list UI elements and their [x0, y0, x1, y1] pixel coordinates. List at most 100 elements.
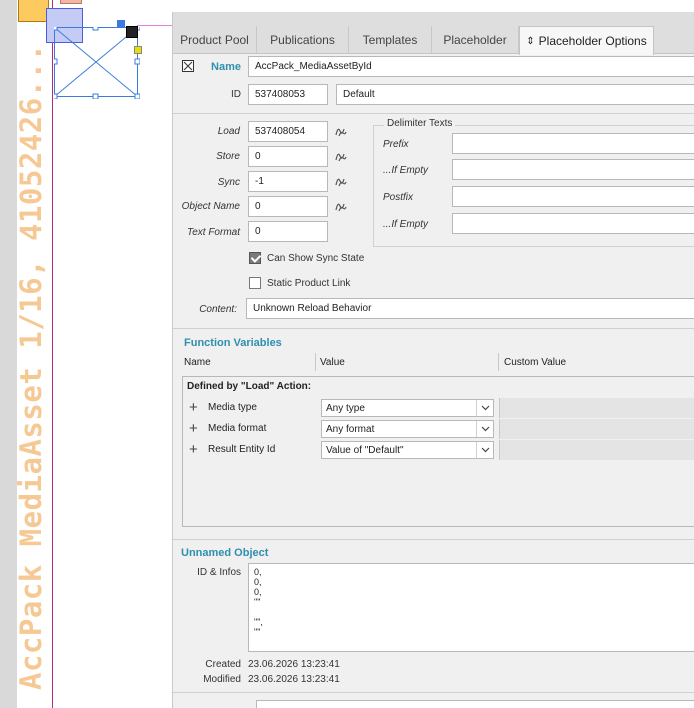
modified-value: 23.06.2026 13:23:41 — [248, 674, 340, 685]
postfix-field[interactable] — [452, 186, 694, 207]
yellow-text-frame[interactable] — [18, 0, 49, 22]
static-product-link-checkbox[interactable] — [249, 277, 261, 289]
select-value: Any type — [326, 402, 365, 414]
content-field[interactable]: Unknown Reload Behavior — [246, 298, 694, 319]
id-infos-line: "" — [254, 597, 261, 607]
chevron-down-icon[interactable] — [476, 442, 493, 458]
load-field[interactable]: 537408054 — [248, 121, 328, 142]
tab-label: Placeholder — [443, 33, 507, 47]
if-empty-label-1: ...If Empty — [383, 165, 429, 176]
plus-icon[interactable]: + — [189, 421, 198, 436]
tab-label: Placeholder Options — [538, 34, 647, 48]
chevron-down-icon[interactable] — [476, 400, 493, 416]
tab-placeholder[interactable]: Placeholder — [432, 26, 519, 54]
tab-templates[interactable]: Templates — [349, 26, 432, 54]
can-show-sync-state-label: Can Show Sync State — [267, 253, 365, 264]
prefix-label: Prefix — [383, 139, 409, 150]
if-empty-field-1[interactable] — [452, 159, 694, 180]
sync-label: Sync — [217, 177, 240, 188]
media-format-select[interactable]: Any format — [321, 420, 494, 438]
created-label: Created — [205, 659, 241, 670]
tab-product-pool[interactable]: Product Pool — [173, 26, 257, 54]
id-infos-line — [254, 607, 689, 617]
store-label: Store — [216, 151, 240, 162]
tab-publications[interactable]: Publications — [257, 26, 349, 54]
fv-row-media-format[interactable]: + Media format Any format — [186, 419, 694, 439]
id-infos-line: 0, — [254, 567, 262, 577]
fv-col-divider — [498, 353, 499, 371]
vertical-frame-label: AccPack MediaAsset 1/16, 41052426... — [14, 43, 48, 690]
id-field[interactable]: 537408053 — [248, 84, 328, 105]
separator — [173, 328, 694, 329]
static-product-link-label: Static Product Link — [267, 278, 351, 289]
fv-row-name: Media format — [208, 423, 267, 434]
select-value: Any format — [326, 423, 375, 435]
id-infos-line: 0, — [254, 587, 262, 597]
delimiter-texts-title: Delimiter Texts — [384, 118, 456, 129]
separator — [173, 692, 694, 693]
frame-overflow-marker[interactable] — [134, 46, 142, 54]
prefix-field[interactable] — [452, 133, 694, 154]
fv-col-name[interactable]: Name — [184, 357, 211, 368]
load-script-icon[interactable] — [334, 124, 348, 138]
name-field[interactable]: AccPack_MediaAssetById — [248, 56, 694, 77]
plus-icon[interactable]: + — [189, 400, 198, 415]
separator — [173, 113, 694, 114]
object-name-field[interactable]: 0 — [248, 196, 328, 217]
function-variables-list[interactable]: Defined by "Load" Action: + Media type A… — [182, 376, 694, 527]
pink-frame[interactable] — [60, 0, 82, 4]
tab-bar: Product Pool Publications Templates Plac… — [173, 12, 694, 55]
text-format-field[interactable]: 0 — [248, 221, 328, 242]
if-empty-label-2: ...If Empty — [383, 219, 429, 230]
sort-arrows-icon: ⇕ — [526, 35, 535, 47]
text-format-label: Text Format — [187, 227, 240, 238]
id-extra-field[interactable]: Default — [336, 84, 694, 105]
id-infos-line: "", — [254, 617, 263, 627]
chevron-down-icon[interactable] — [476, 421, 493, 437]
sync-field[interactable]: -1 — [248, 171, 328, 192]
fv-group-title: Defined by "Load" Action: — [187, 381, 312, 392]
fv-col-divider — [315, 353, 316, 371]
frame-anchor-marker[interactable] — [117, 20, 125, 28]
tab-label: Publications — [270, 33, 335, 47]
fv-row-result-entity-id[interactable]: + Result Entity Id Value of "Default" — [186, 440, 694, 460]
store-field[interactable]: 0 — [248, 146, 328, 167]
placeholder-options-panel: Product Pool Publications Templates Plac… — [172, 12, 694, 708]
created-value: 23.06.2026 13:23:41 — [248, 659, 340, 670]
bottom-field[interactable] — [256, 700, 694, 708]
id-label: ID — [231, 89, 241, 100]
sync-script-icon[interactable] — [334, 174, 348, 188]
id-infos-label: ID & Infos — [197, 567, 241, 578]
object-name-script-icon[interactable] — [334, 199, 348, 213]
layout-canvas[interactable]: AccPack MediaAsset 1/16, 41052426... — [0, 0, 172, 708]
load-label: Load — [217, 126, 240, 137]
if-empty-field-2[interactable] — [452, 213, 694, 234]
result-entity-id-select[interactable]: Value of "Default" — [321, 441, 494, 459]
plus-icon[interactable]: + — [189, 442, 198, 457]
id-infos-line: "" — [254, 627, 261, 637]
fv-custom-value-cell[interactable] — [499, 419, 694, 439]
tab-label: Templates — [362, 33, 418, 47]
page-edge-line — [52, 0, 53, 708]
separator — [173, 539, 694, 540]
frame-link-marker[interactable] — [126, 26, 138, 38]
media-type-select[interactable]: Any type — [321, 399, 494, 417]
can-show-sync-state-checkbox[interactable] — [249, 252, 261, 264]
fv-custom-value-cell[interactable] — [499, 440, 694, 460]
id-infos-textarea[interactable]: 0, 0, 0, "" "", "" — [248, 563, 694, 652]
fv-col-custom-value[interactable]: Custom Value — [504, 357, 566, 368]
tab-placeholder-options[interactable]: ⇕ Placeholder Options — [519, 26, 654, 55]
fv-col-value[interactable]: Value — [320, 357, 345, 368]
content-label: Content: — [199, 304, 237, 315]
fv-row-media-type[interactable]: + Media type Any type — [186, 398, 694, 418]
fv-custom-value-cell[interactable] — [499, 398, 694, 418]
modified-label: Modified — [203, 674, 241, 685]
fv-header: Name Value Custom Value — [182, 353, 694, 371]
object-name-label: Object Name — [181, 201, 240, 212]
function-variables-title: Function Variables — [184, 337, 282, 349]
id-infos-line: 0, — [254, 577, 262, 587]
unnamed-object-title: Unnamed Object — [181, 547, 269, 559]
store-script-icon[interactable] — [334, 149, 348, 163]
fv-row-name: Media type — [208, 402, 257, 413]
postfix-label: Postfix — [383, 192, 414, 203]
